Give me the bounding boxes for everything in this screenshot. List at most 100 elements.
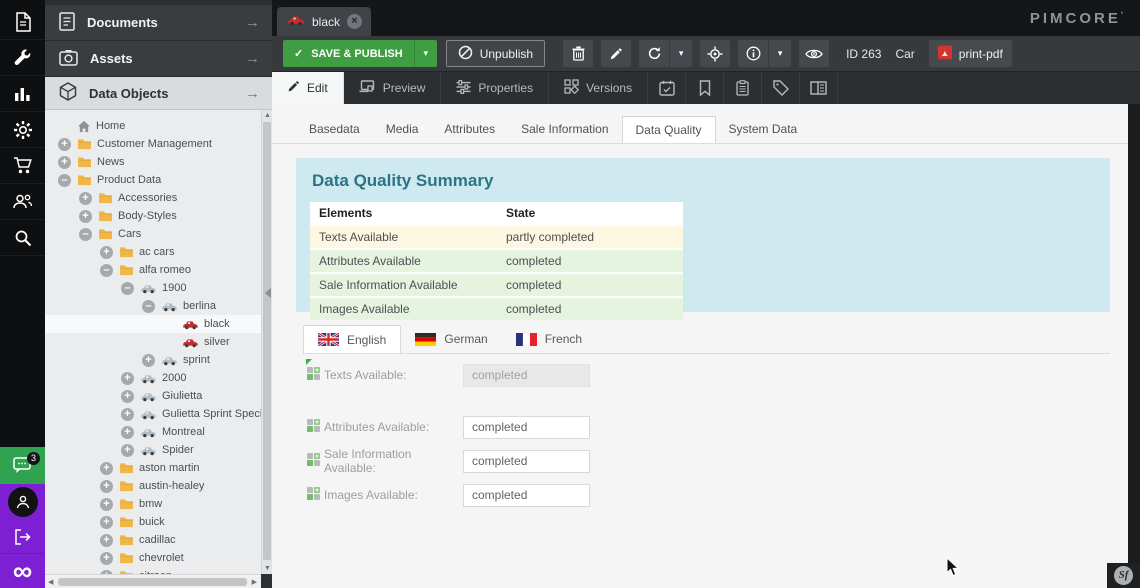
symfony-profiler-button[interactable]: Sf xyxy=(1107,563,1140,588)
settings-gear-icon[interactable] xyxy=(0,112,45,148)
accordion-assets[interactable]: Assets → xyxy=(45,41,272,77)
lang-tab-english[interactable]: English xyxy=(303,325,401,353)
lang-tab-french[interactable]: French xyxy=(502,325,596,353)
tab-edit[interactable]: Edit xyxy=(272,72,344,104)
accordion-data-objects[interactable]: Data Objects → xyxy=(45,77,272,110)
subtab-media[interactable]: Media xyxy=(373,116,432,143)
collapse-icon[interactable]: – xyxy=(58,174,71,187)
texts-available-input[interactable] xyxy=(463,364,590,387)
tree-item-news[interactable]: +News xyxy=(45,153,261,171)
delete-button[interactable] xyxy=(563,40,593,67)
collapse-icon[interactable]: – xyxy=(79,228,92,241)
open-tab-black[interactable]: black × xyxy=(277,7,371,36)
expand-icon[interactable]: + xyxy=(142,354,155,367)
tree-item-montreal[interactable]: +Montreal xyxy=(45,423,261,441)
subtab-attributes[interactable]: Attributes xyxy=(431,116,508,143)
tree-item-accessories[interactable]: +Accessories xyxy=(45,189,261,207)
expand-icon[interactable]: + xyxy=(100,246,113,259)
scroll-up-arrow[interactable]: ▲ xyxy=(262,112,272,119)
tree-item-aston-martin[interactable]: +aston martin xyxy=(45,459,261,477)
tree-item-citroen[interactable]: +citroen xyxy=(45,567,261,574)
close-icon[interactable]: × xyxy=(347,14,362,29)
subtab-data-quality[interactable]: Data Quality xyxy=(622,116,716,143)
scroll-left-arrow[interactable]: ◀ xyxy=(48,578,53,586)
tree-item-product-data[interactable]: –Product Data xyxy=(45,171,261,189)
preview-eye-button[interactable] xyxy=(799,40,829,67)
unpublish-button[interactable]: Unpublish xyxy=(446,40,545,67)
sale-information-available-input[interactable] xyxy=(463,450,590,473)
locate-in-tree-button[interactable] xyxy=(700,40,730,67)
documents-icon[interactable] xyxy=(0,4,45,40)
tree-item-chevrolet[interactable]: +chevrolet xyxy=(45,549,261,567)
subtab-basedata[interactable]: Basedata xyxy=(296,116,373,143)
user-avatar[interactable] xyxy=(0,484,45,520)
attributes-available-input[interactable] xyxy=(463,416,590,439)
info-split-button[interactable]: ▾ xyxy=(738,40,791,67)
tab-tag-icon[interactable] xyxy=(762,72,800,104)
reports-chart-icon[interactable] xyxy=(0,76,45,112)
tree-item-buick[interactable]: +buick xyxy=(45,513,261,531)
tree-item-cars[interactable]: –Cars xyxy=(45,225,261,243)
tree-vertical-scrollbar[interactable]: ▲ ▼ xyxy=(261,110,272,574)
expand-icon[interactable]: + xyxy=(100,552,113,565)
accordion-documents[interactable]: Documents → xyxy=(45,5,272,41)
tree-item-customer-management[interactable]: +Customer Management xyxy=(45,135,261,153)
collapse-icon[interactable]: – xyxy=(100,264,113,277)
expand-icon[interactable]: + xyxy=(121,408,134,421)
ecommerce-cart-icon[interactable] xyxy=(0,148,45,184)
tools-wrench-icon[interactable] xyxy=(0,40,45,76)
tree-item-bmw[interactable]: +bmw xyxy=(45,495,261,513)
tree-item-alfa-romeo[interactable]: –alfa romeo xyxy=(45,261,261,279)
expand-icon[interactable]: + xyxy=(100,498,113,511)
tab-bookmark-icon[interactable] xyxy=(686,72,724,104)
tree-item-ac-cars[interactable]: +ac cars xyxy=(45,243,261,261)
tab-preview[interactable]: Preview xyxy=(344,72,442,104)
info-dropdown-arrow[interactable]: ▾ xyxy=(769,48,791,59)
tree-item-berlina[interactable]: –berlina xyxy=(45,297,261,315)
tree-item-austin-healey[interactable]: +austin-healey xyxy=(45,477,261,495)
panel-collapse-handle[interactable] xyxy=(265,288,271,298)
search-icon[interactable] xyxy=(0,220,45,256)
expand-icon[interactable]: + xyxy=(100,462,113,475)
print-pdf-button[interactable]: print-pdf xyxy=(929,40,1012,67)
expand-icon[interactable]: + xyxy=(121,390,134,403)
tab-layout-icon[interactable] xyxy=(800,72,838,104)
expand-icon[interactable]: + xyxy=(121,372,134,385)
expand-icon[interactable]: + xyxy=(79,192,92,205)
save-publish-button[interactable]: ✓SAVE & PUBLISH ▾ xyxy=(283,40,437,67)
tab-schedule-calendar-icon[interactable] xyxy=(648,72,686,104)
tree-item-1900[interactable]: –1900 xyxy=(45,279,261,297)
tree-item-home[interactable]: Home xyxy=(45,117,261,135)
scrollbar-thumb[interactable] xyxy=(263,122,271,560)
refresh-icon[interactable] xyxy=(639,46,669,61)
collapse-icon[interactable]: – xyxy=(121,282,134,295)
users-icon[interactable] xyxy=(0,184,45,220)
tree-item-giulietta[interactable]: +Giulietta xyxy=(45,387,261,405)
tree-item-spider[interactable]: +Spider xyxy=(45,441,261,459)
tab-clipboard-icon[interactable] xyxy=(724,72,762,104)
tree-horizontal-scrollbar[interactable]: ◀ ▶ xyxy=(45,574,261,588)
subtab-system-data[interactable]: System Data xyxy=(716,116,811,143)
expand-icon[interactable]: + xyxy=(121,444,134,457)
tree-item-silver[interactable]: silver xyxy=(45,333,261,351)
expand-icon[interactable]: + xyxy=(121,426,134,439)
tree-item-body-styles[interactable]: +Body-Styles xyxy=(45,207,261,225)
expand-icon[interactable]: + xyxy=(58,156,71,169)
images-available-input[interactable] xyxy=(463,484,590,507)
tree-item-sprint[interactable]: +sprint xyxy=(45,351,261,369)
logout-button[interactable] xyxy=(0,520,45,554)
collapse-icon[interactable]: – xyxy=(142,300,155,313)
rename-pencil-button[interactable] xyxy=(601,40,631,67)
expand-icon[interactable]: + xyxy=(100,534,113,547)
pimcore-infinity-logo[interactable]: ∞ xyxy=(0,554,45,588)
tree-item-2000[interactable]: +2000 xyxy=(45,369,261,387)
expand-icon[interactable]: + xyxy=(58,138,71,151)
tree-item-black[interactable]: black xyxy=(45,315,261,333)
reload-dropdown-arrow[interactable]: ▾ xyxy=(670,48,692,59)
tree-item-cadillac[interactable]: +cadillac xyxy=(45,531,261,549)
expand-icon[interactable]: + xyxy=(100,480,113,493)
scroll-right-arrow[interactable]: ▶ xyxy=(252,578,257,586)
tree-item-gulietta-sprint-specia[interactable]: +Gulietta Sprint Specia xyxy=(45,405,261,423)
scroll-down-arrow[interactable]: ▼ xyxy=(262,565,272,572)
lang-tab-german[interactable]: German xyxy=(401,325,501,353)
